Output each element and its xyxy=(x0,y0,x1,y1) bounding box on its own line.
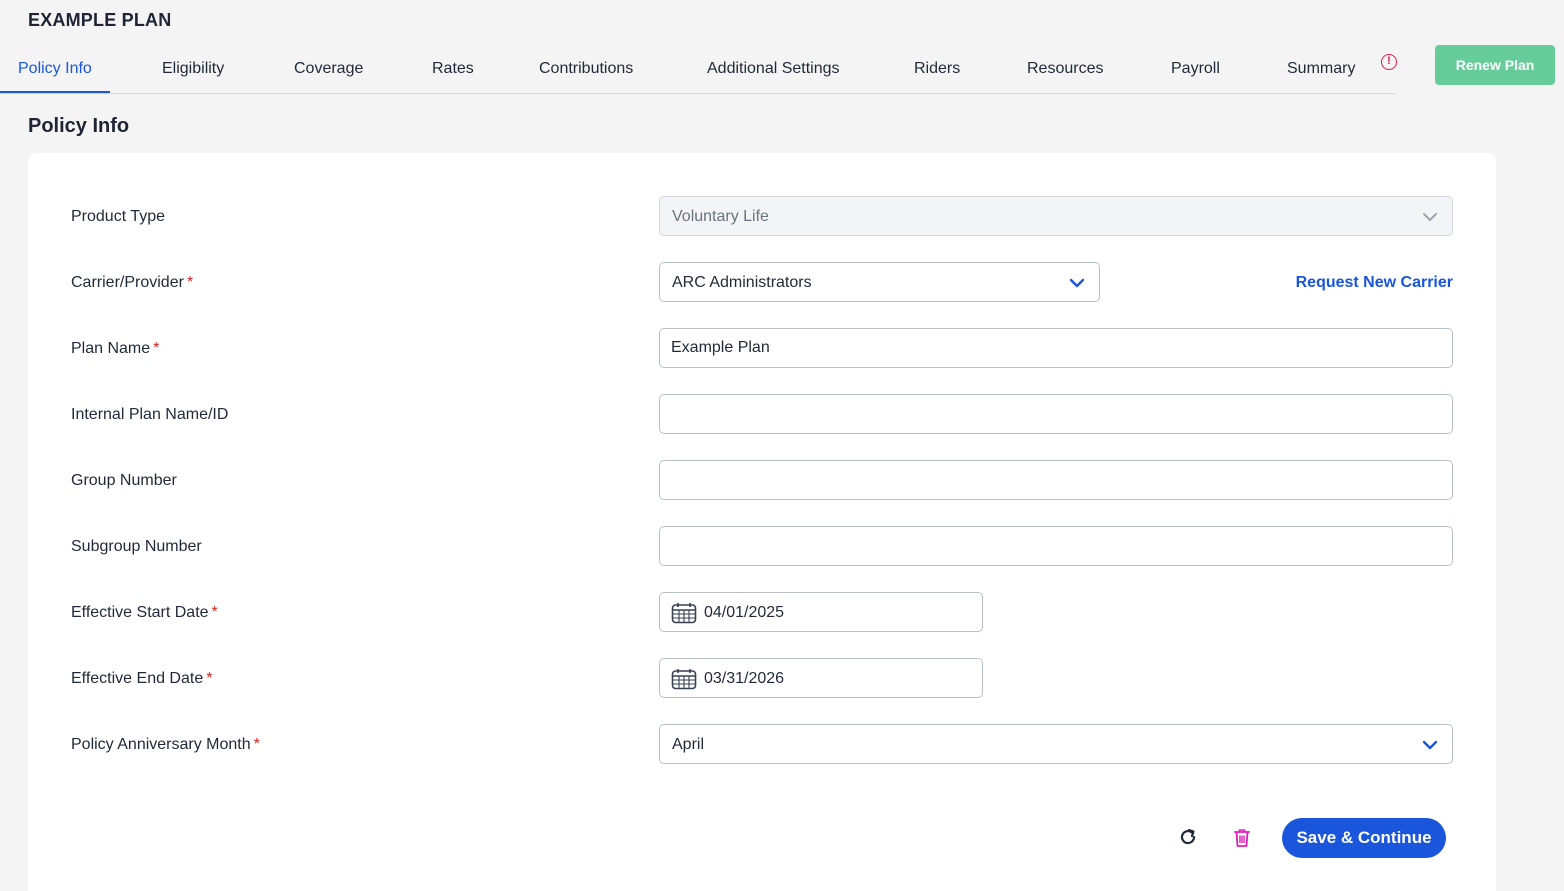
product-type-select[interactable]: Voluntary Life xyxy=(659,196,1453,236)
product-type-value: Voluntary Life xyxy=(672,208,769,225)
trash-icon[interactable] xyxy=(1233,828,1251,848)
plan-name-label: Plan Name * xyxy=(71,340,160,357)
chevron-down-icon xyxy=(1423,213,1437,221)
carrier-label: Carrier/Provider * xyxy=(71,274,194,291)
calendar-icon xyxy=(671,603,697,624)
required-mark: * xyxy=(253,736,260,753)
required-mark: * xyxy=(206,670,213,687)
request-new-carrier-link[interactable]: Request New Carrier xyxy=(1296,274,1453,292)
start-date-value: 04/01/2025 xyxy=(704,604,785,621)
product-type-row: Product Type Voluntary Life xyxy=(28,196,1496,236)
start-date-row: Effective Start Date * 04/01/2025 xyxy=(28,592,1496,632)
start-date-label: Effective Start Date * xyxy=(71,604,218,621)
tab-riders[interactable]: Riders xyxy=(914,44,960,93)
refresh-icon[interactable] xyxy=(1178,827,1198,847)
internal-plan-name-label: Internal Plan Name/ID xyxy=(71,406,229,423)
tab-eligibility[interactable]: Eligibility xyxy=(162,44,224,93)
form-actions: Save & Continue xyxy=(28,818,1496,858)
end-date-value: 03/31/2026 xyxy=(704,670,785,687)
tab-summary[interactable]: Summary xyxy=(1287,44,1355,93)
group-number-label: Group Number xyxy=(71,472,177,489)
plan-name-row: Plan Name * xyxy=(28,328,1496,368)
start-date-input[interactable]: 04/01/2025 xyxy=(659,592,983,632)
alert-circle-icon: ! xyxy=(1381,54,1397,70)
subgroup-number-row: Subgroup Number xyxy=(28,526,1496,566)
subgroup-number-input[interactable] xyxy=(659,526,1453,566)
chevron-down-icon xyxy=(1422,740,1438,750)
tab-contributions[interactable]: Contributions xyxy=(539,44,633,93)
carrier-select[interactable]: ARC Administrators xyxy=(659,262,1100,302)
tab-rates[interactable]: Rates xyxy=(432,44,474,93)
tab-resources[interactable]: Resources xyxy=(1027,44,1103,93)
renew-plan-button[interactable]: Renew Plan xyxy=(1435,45,1555,85)
tab-payroll[interactable]: Payroll xyxy=(1171,44,1220,93)
policy-info-card: Product Type Voluntary Life Carrier/Prov… xyxy=(28,153,1496,891)
tab-coverage[interactable]: Coverage xyxy=(294,44,363,93)
group-number-input[interactable] xyxy=(659,460,1453,500)
subgroup-number-label: Subgroup Number xyxy=(71,538,202,555)
product-type-label: Product Type xyxy=(71,208,165,225)
tab-additional-settings[interactable]: Additional Settings xyxy=(707,44,840,93)
save-continue-button[interactable]: Save & Continue xyxy=(1282,818,1446,858)
anniversary-month-row: Policy Anniversary Month * April xyxy=(28,724,1496,764)
plan-title: EXAMPLE PLAN xyxy=(28,10,172,30)
anniversary-month-select[interactable]: April xyxy=(659,724,1453,764)
end-date-row: Effective End Date * 03/31/2026 xyxy=(28,658,1496,698)
plan-name-input[interactable] xyxy=(659,328,1453,368)
end-date-input[interactable]: 03/31/2026 xyxy=(659,658,983,698)
carrier-row: Carrier/Provider * ARC Administrators Req… xyxy=(28,262,1496,302)
carrier-value: ARC Administrators xyxy=(672,274,812,291)
group-number-row: Group Number xyxy=(28,460,1496,500)
internal-plan-name-input[interactable] xyxy=(659,394,1453,434)
anniversary-month-label: Policy Anniversary Month * xyxy=(71,736,260,753)
required-mark: * xyxy=(211,604,218,621)
required-mark: * xyxy=(186,274,194,291)
end-date-label: Effective End Date * xyxy=(71,670,213,687)
required-mark: * xyxy=(153,340,160,357)
tab-bar: Policy Info Eligibility Coverage Rates C… xyxy=(0,44,1397,94)
anniversary-month-value: April xyxy=(672,736,705,753)
tab-policy-info[interactable]: Policy Info xyxy=(0,44,110,93)
chevron-down-icon xyxy=(1069,278,1085,288)
calendar-icon xyxy=(671,669,697,690)
page-title: Policy Info xyxy=(28,115,130,137)
internal-plan-name-row: Internal Plan Name/ID xyxy=(28,394,1496,434)
